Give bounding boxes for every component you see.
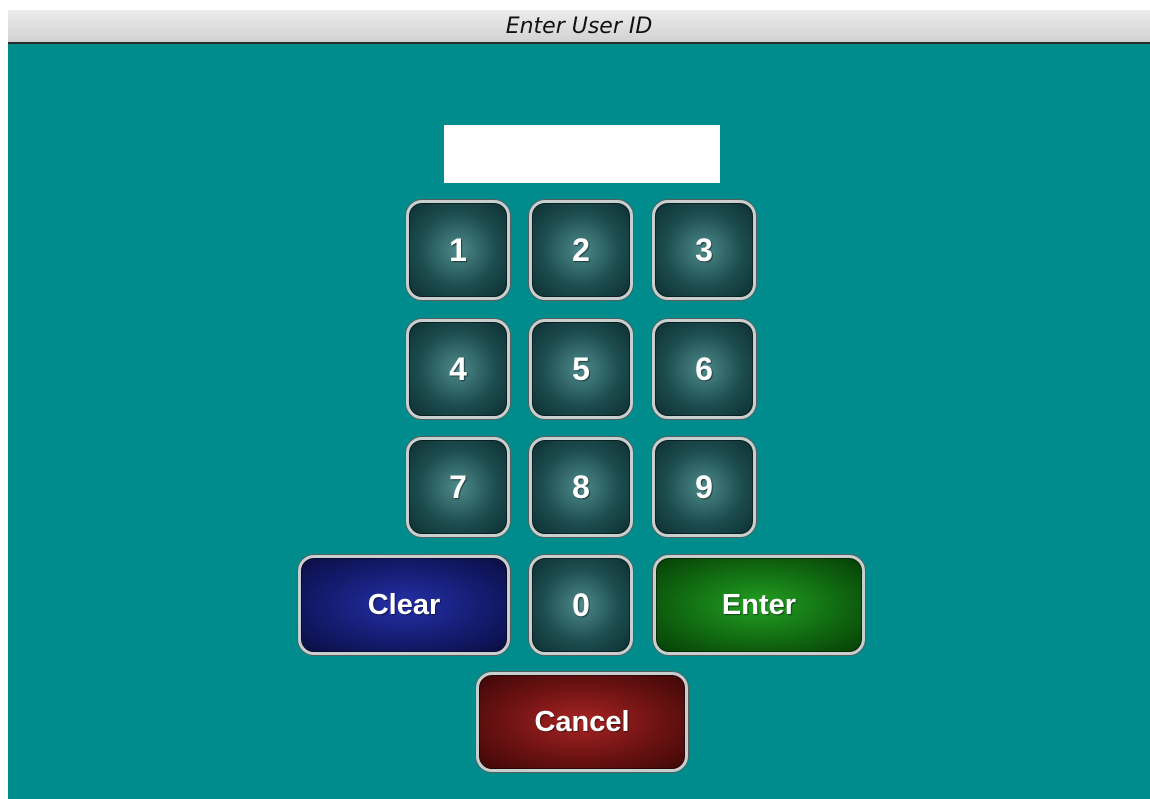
clear-button[interactable]: Clear	[298, 555, 510, 655]
key-7-button[interactable]: 7	[406, 437, 510, 537]
key-8-button[interactable]: 8	[529, 437, 633, 537]
window-title: Enter User ID	[8, 10, 1150, 44]
enter-button[interactable]: Enter	[653, 555, 865, 655]
login-window: Enter User ID 1 2 3 4 5 6 7 8 9 Clear 0 …	[8, 10, 1150, 799]
key-0-button[interactable]: 0	[529, 555, 633, 655]
key-9-button[interactable]: 9	[652, 437, 756, 537]
key-1-button[interactable]: 1	[406, 200, 510, 300]
cancel-button[interactable]: Cancel	[476, 672, 688, 772]
user-id-input[interactable]	[444, 125, 720, 183]
key-2-button[interactable]: 2	[529, 200, 633, 300]
key-3-button[interactable]: 3	[652, 200, 756, 300]
key-5-button[interactable]: 5	[529, 319, 633, 419]
key-4-button[interactable]: 4	[406, 319, 510, 419]
key-6-button[interactable]: 6	[652, 319, 756, 419]
